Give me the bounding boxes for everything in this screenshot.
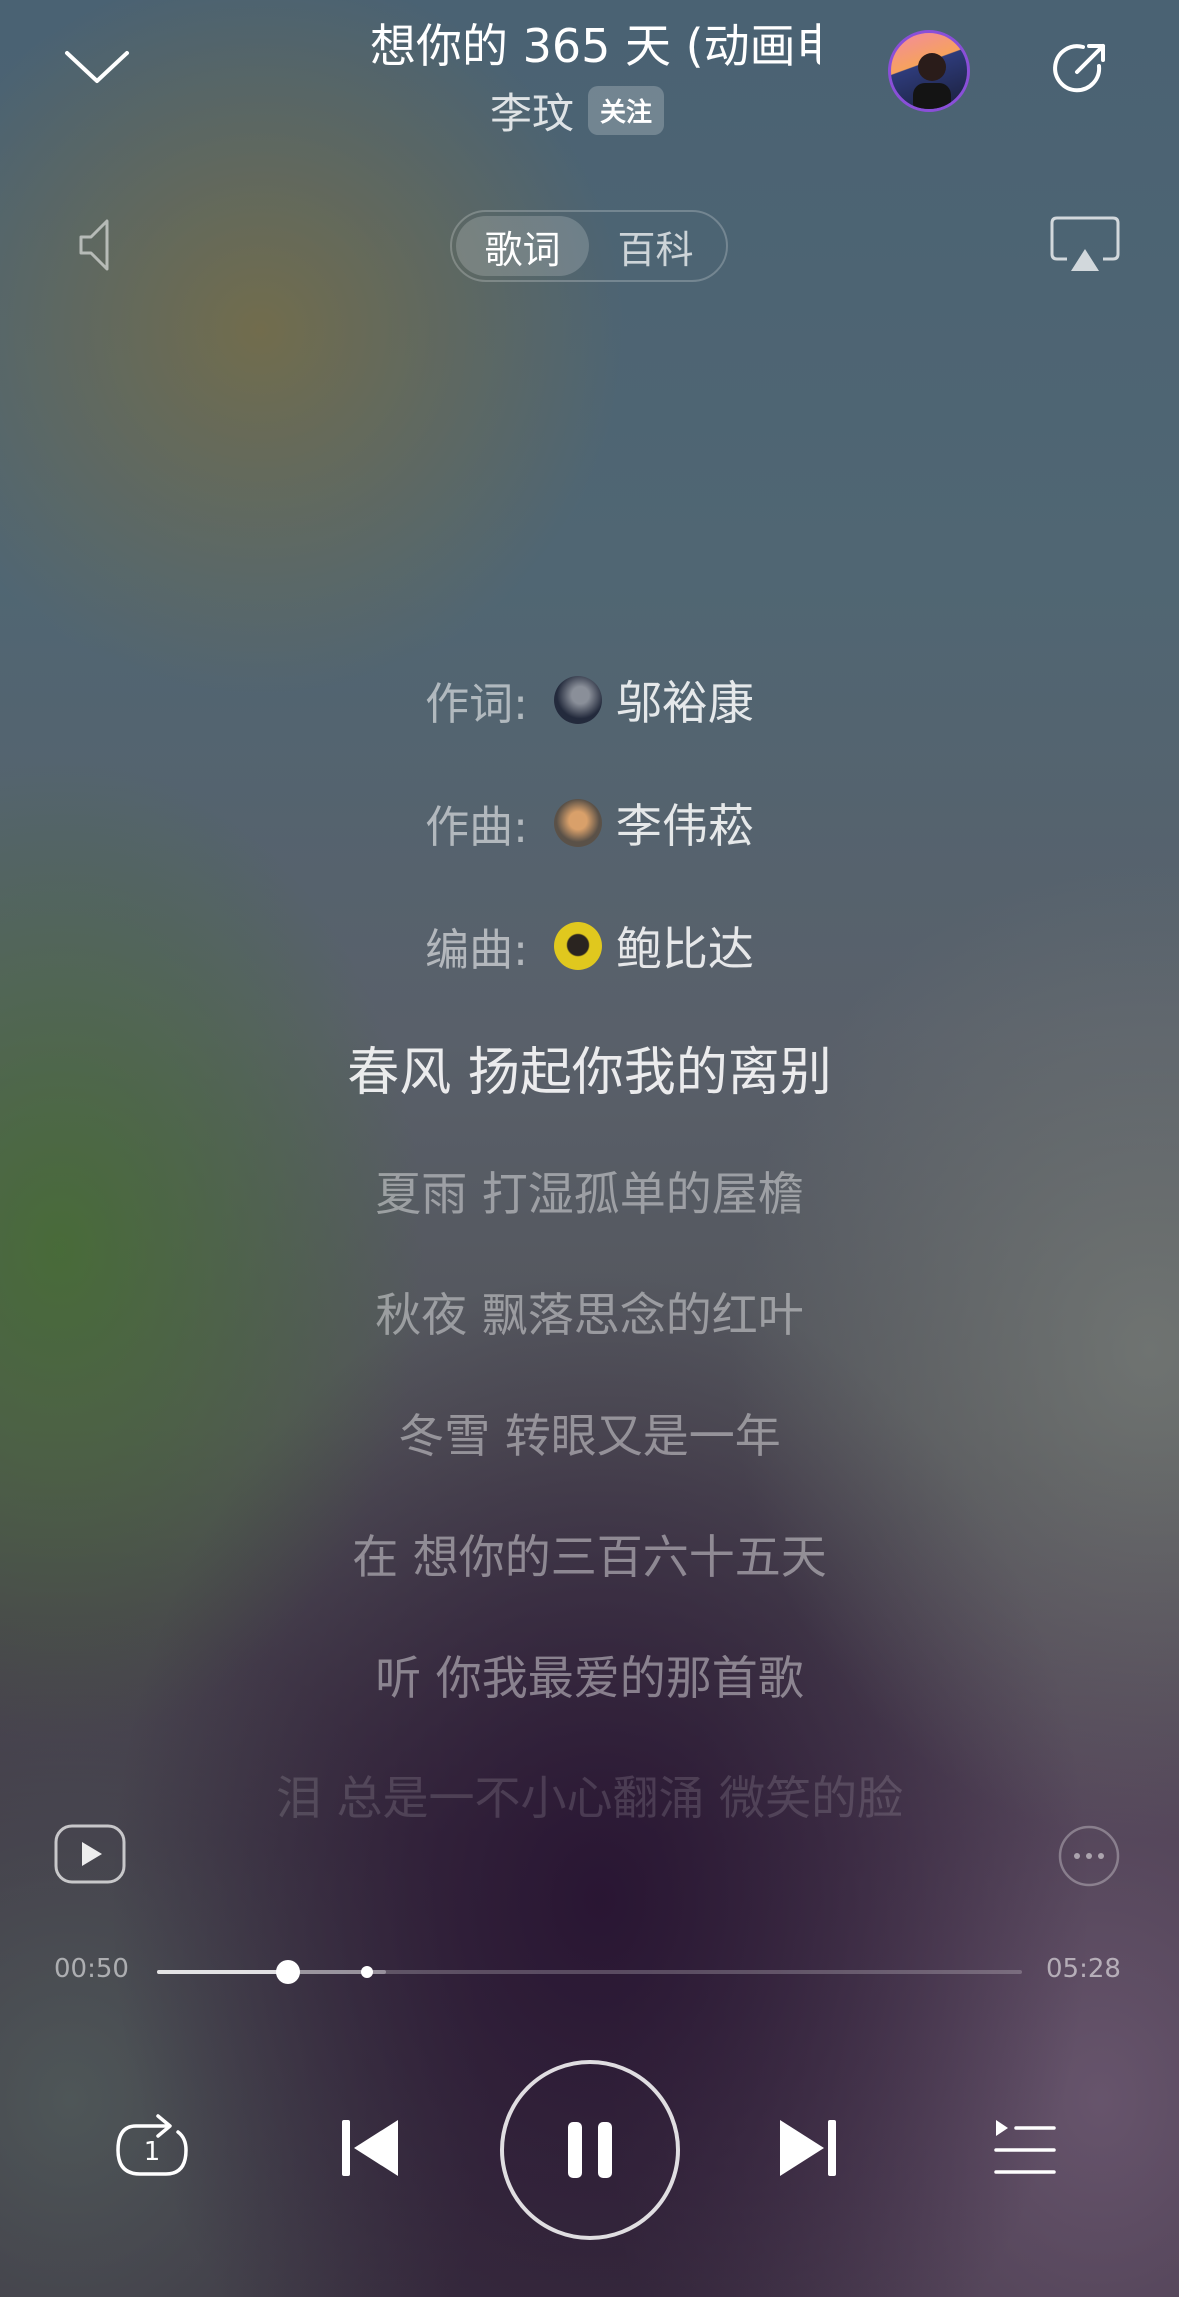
lyric-line[interactable]: 在 想你的三百六十五天 [0,1521,1179,1587]
airplay-button[interactable] [1040,200,1130,290]
video-button[interactable] [54,1824,126,1884]
avatar-image [913,53,951,109]
tab-encyclopedia[interactable]: 百科 [589,216,722,276]
credit-role: 编曲: [425,925,528,976]
more-button[interactable] [1057,1824,1121,1888]
share-icon [1053,44,1105,93]
credit-role: 作词: [425,679,528,730]
speaker-icon [79,219,109,271]
credit-name[interactable]: 邬裕康 [616,667,754,733]
credit-composer: 作曲: 李伟菘 [0,788,1179,858]
artist-row: 李玟 关注 [490,80,665,141]
lyric-line[interactable]: 冬雪 转眼又是一年 [0,1400,1179,1466]
artist-name[interactable]: 李玟 [490,80,574,141]
artist-avatar[interactable] [888,30,970,112]
credit-name[interactable]: 鲍比达 [616,913,754,979]
lyrics-tabs: 歌词 百科 [450,210,728,282]
credit-lyricist: 作词: 邬裕康 [0,665,1179,735]
volume-button[interactable] [50,200,140,290]
song-title: 想你的 365 天 (动画电影《青春派》 [370,19,820,73]
next-icon [780,2120,836,2176]
chevron-down-icon [65,51,129,83]
repeat-one-icon: 1 [116,2114,188,2176]
lyric-line[interactable]: 秋夜 飘落思念的红叶 [0,1279,1179,1345]
playlist-icon [994,2120,1056,2174]
credit-name[interactable]: 李伟菘 [616,790,754,856]
credit-role: 作曲: [425,802,528,853]
repeat-badge: 1 [144,2137,161,2167]
playlist-button[interactable] [990,2116,1060,2180]
progress-knob[interactable] [276,1960,301,1984]
credit-arranger: 编曲: 鲍比达 [0,911,1179,981]
play-video-icon [54,1824,126,1884]
composer-avatar[interactable] [553,799,602,847]
highlight-marker[interactable] [361,1966,374,1978]
tab-lyrics[interactable]: 歌词 [456,216,589,276]
collapse-button[interactable] [52,22,142,112]
lyric-line[interactable]: 听 你我最爱的那首歌 [0,1642,1179,1708]
elapsed-time: 00:50 [54,1954,129,1984]
more-icon [1058,1825,1120,1887]
lyric-line[interactable]: 夏雨 打湿孤单的屋檐 [0,1158,1179,1224]
lyric-line-current[interactable]: 春风 扬起你我的离别 [0,1030,1179,1105]
pause-icon [568,2122,612,2178]
next-button[interactable] [772,2116,842,2180]
progress-bar[interactable] [157,1960,1022,1984]
total-duration: 05:28 [1046,1954,1121,1984]
follow-button[interactable]: 关注 [588,85,665,135]
share-button[interactable] [1035,24,1125,114]
arranger-avatar[interactable] [553,922,602,970]
previous-icon [342,2120,398,2176]
progress-fill [157,1970,289,1974]
repeat-button[interactable]: 1 [112,2112,192,2188]
lyricist-avatar[interactable] [553,676,602,724]
pause-button[interactable] [500,2060,680,2240]
previous-button[interactable] [336,2116,406,2180]
lyric-line[interactable]: 泪 总是一不小心翻涌 微笑的脸 [0,1762,1179,1828]
airplay-icon [1050,216,1120,271]
